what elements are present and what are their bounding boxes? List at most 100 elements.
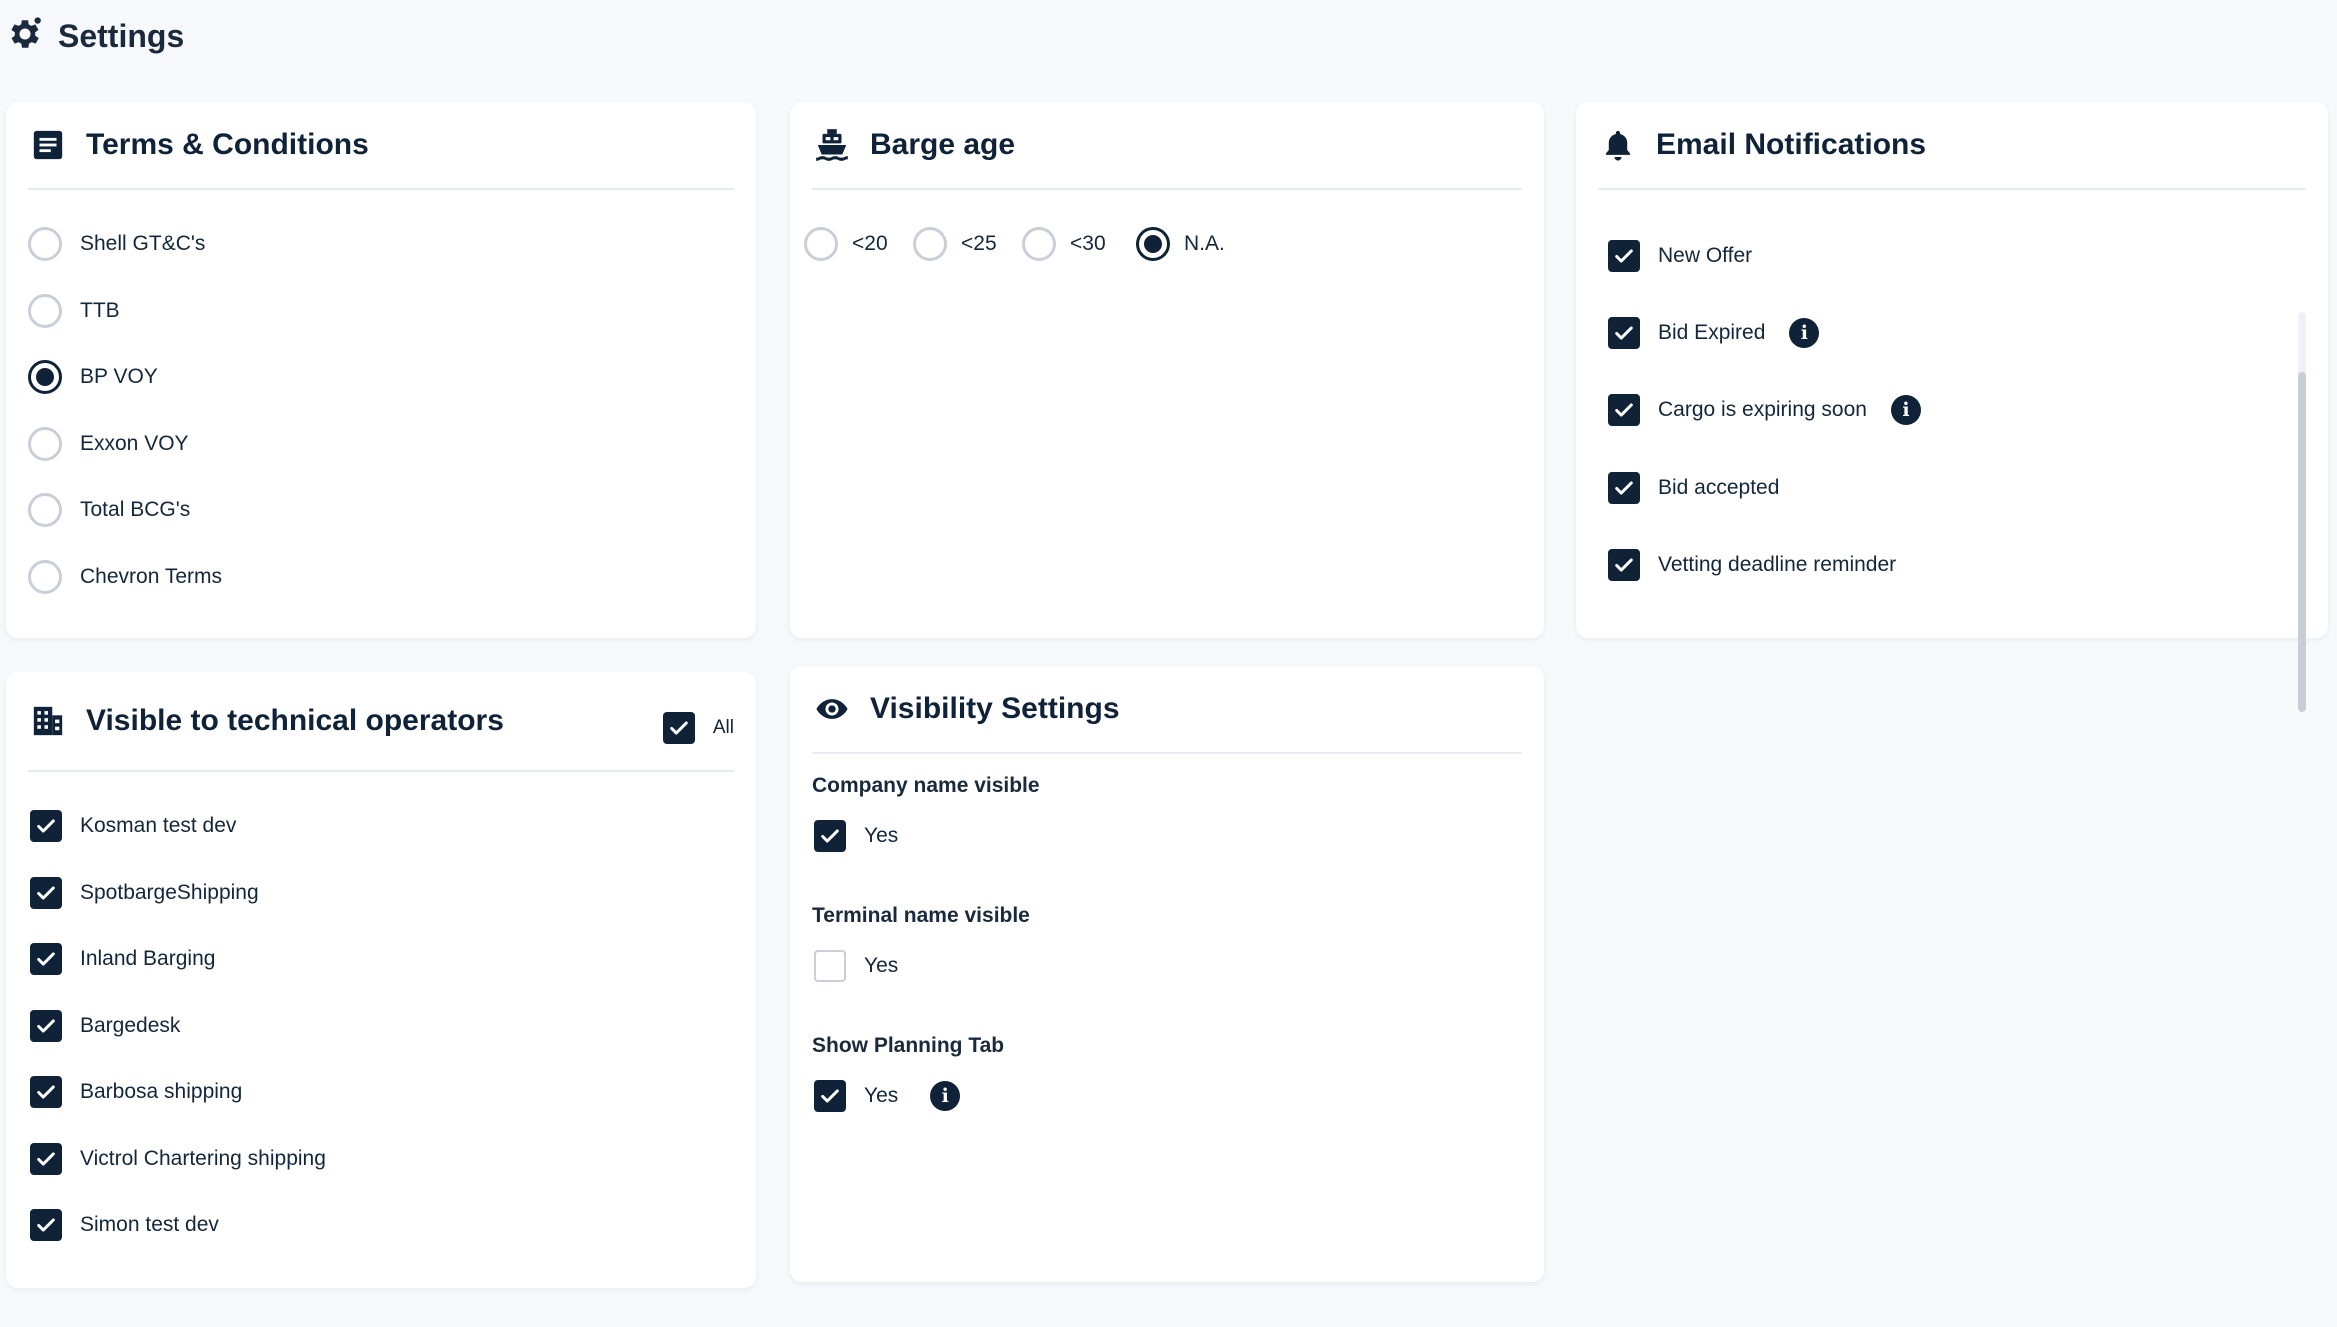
radio-button[interactable] [28,559,62,594]
building-icon [28,701,68,741]
checkbox[interactable] [30,1009,62,1042]
checkbox[interactable] [1608,240,1640,272]
barge-age-option-label: <20 [852,232,888,255]
checkbox[interactable] [30,876,62,909]
operator-item-label: SpotbargeShipping [80,880,259,904]
radio-button[interactable] [1022,227,1056,261]
email-title: Email Notifications [1656,128,1927,161]
visibility-option-terminal-name-visible[interactable]: Yes [814,946,898,986]
operator-item-kosman-test-dev[interactable]: Kosman test dev [30,806,236,846]
barge-age-option-label: N.A. [1184,232,1225,255]
terms-title: Terms & Conditions [86,128,369,161]
info-icon[interactable]: i [930,1081,961,1111]
radio-button[interactable] [28,493,62,527]
radio-button[interactable] [1136,227,1170,261]
terms-option-label: BP VOY [80,365,158,388]
page-header: Settings [6,14,184,58]
select-all-toggle[interactable]: All [662,712,734,744]
gear-icon [6,15,44,58]
email-item-label: Bid accepted [1658,475,1780,499]
email-scrollbar[interactable] [2298,312,2306,712]
page-title: Settings [58,17,185,54]
visibility-option-label: Yes [864,824,899,847]
terms-card: Terms & Conditions Shell GT&C's TTB BP VOY… [6,102,756,638]
ship-icon [812,125,852,165]
barge-age-card-header: Barge age [812,102,1522,190]
operators-card: Visible to technical operators All Kosma… [6,672,756,1288]
radio-button[interactable] [28,293,62,328]
visibility-title: Visibility Settings [870,692,1120,725]
email-item-bid-accepted[interactable]: Bid accepted [1608,468,1779,508]
operators-title: Visible to technical operators [86,704,504,737]
barge-age-option-lt-20[interactable]: <20 [804,224,888,264]
radio-button[interactable] [28,360,62,394]
checkbox[interactable] [30,1076,62,1108]
barge-age-option-label: <30 [1070,232,1106,255]
radio-button[interactable] [804,227,838,261]
email-item-label: New Offer [1658,244,1753,267]
barge-age-option-n-a[interactable]: N.A. [1136,224,1225,264]
terms-option-exxon-voy[interactable]: Exxon VOY [28,424,189,464]
barge-age-option-lt-30[interactable]: <30 [1022,224,1106,264]
terms-option-shell-gt-c-s[interactable]: Shell GT&C's [28,224,205,264]
info-icon[interactable]: i [1890,395,1921,426]
checkbox[interactable] [30,1209,62,1241]
email-card: Email Notifications New Offer Bid Expired… [1576,102,2328,712]
visibility-option-show-planning-tab[interactable]: Yes i [814,1076,961,1116]
checkbox[interactable] [814,820,846,852]
terms-option-chevron-terms[interactable]: Chevron Terms [28,557,222,597]
operator-item-bargedesk[interactable]: Bargedesk [30,1006,180,1046]
email-item-label: Vetting deadline reminder [1658,552,1897,576]
checkbox[interactable] [814,1080,846,1112]
visibility-option-label: Yes [864,1084,899,1107]
barge-age-option-label: <25 [961,232,997,255]
radio-button[interactable] [913,227,947,261]
radio-button[interactable] [28,426,62,461]
checkbox[interactable] [814,950,846,982]
email-scrollbar-thumb[interactable] [2298,372,2306,712]
barge-age-option-lt-25[interactable]: <25 [913,224,997,264]
terms-option-label: Total BCG's [80,498,191,521]
terms-option-label: TTB [80,298,120,322]
operator-item-simon-test-dev[interactable]: Simon test dev [30,1205,219,1245]
terms-option-ttb[interactable]: TTB [28,291,120,331]
email-item-vetting-deadline-reminder[interactable]: Vetting deadline reminder [1608,545,1896,585]
checkbox[interactable] [30,1142,62,1175]
email-item-cargo-is-expiring-soon[interactable]: Cargo is expiring soon i [1608,390,1921,430]
operators-card-header: Visible to technical operators [28,672,734,772]
operator-item-label: Simon test dev [80,1213,219,1236]
checkbox[interactable] [1608,471,1640,504]
terms-option-label: Shell GT&C's [80,232,206,255]
visibility-option-label: Yes [864,954,899,977]
barge-age-title: Barge age [870,128,1016,161]
terms-option-bp-voy[interactable]: BP VOY [28,357,158,397]
checkbox[interactable] [1608,548,1640,581]
checkbox[interactable] [30,810,62,842]
checkbox[interactable] [1608,394,1640,427]
bell-icon [1598,125,1638,165]
terms-card-header: Terms & Conditions [28,102,734,190]
operator-item-inland-barging[interactable]: Inland Barging [30,939,215,979]
email-item-new-offer[interactable]: New Offer [1608,236,1752,276]
checkbox[interactable] [1608,317,1640,350]
operator-item-label: Victrol Chartering shipping [80,1146,326,1170]
terms-option-total-bcg-s[interactable]: Total BCG's [28,490,190,530]
email-item-label: Cargo is expiring soon [1658,398,1867,422]
eye-icon [812,689,852,729]
visibility-card-header: Visibility Settings [812,666,1522,754]
select-all-checkbox[interactable] [662,712,695,744]
barge-age-card: Barge age <20 <25 <30 N.A. [790,102,1544,638]
email-item-label: Bid Expired [1658,321,1766,345]
checkbox[interactable] [30,943,62,975]
operator-item-barbosa-shipping[interactable]: Barbosa shipping [30,1072,242,1112]
operator-item-spotbargeshipping[interactable]: SpotbargeShipping [30,873,259,913]
email-item-bid-expired[interactable]: Bid Expired i [1608,313,1820,353]
document-icon [28,125,68,165]
operator-item-label: Kosman test dev [80,814,237,837]
operator-item-victrol-chartering-shipping[interactable]: Victrol Chartering shipping [30,1139,326,1179]
radio-button[interactable] [28,227,62,261]
info-icon[interactable]: i [1789,318,1820,349]
visibility-option-company-name-visible[interactable]: Yes [814,816,898,856]
visibility-group-label: Show Planning Tab [812,1034,1005,1057]
operator-item-label: Barbosa shipping [80,1080,243,1103]
